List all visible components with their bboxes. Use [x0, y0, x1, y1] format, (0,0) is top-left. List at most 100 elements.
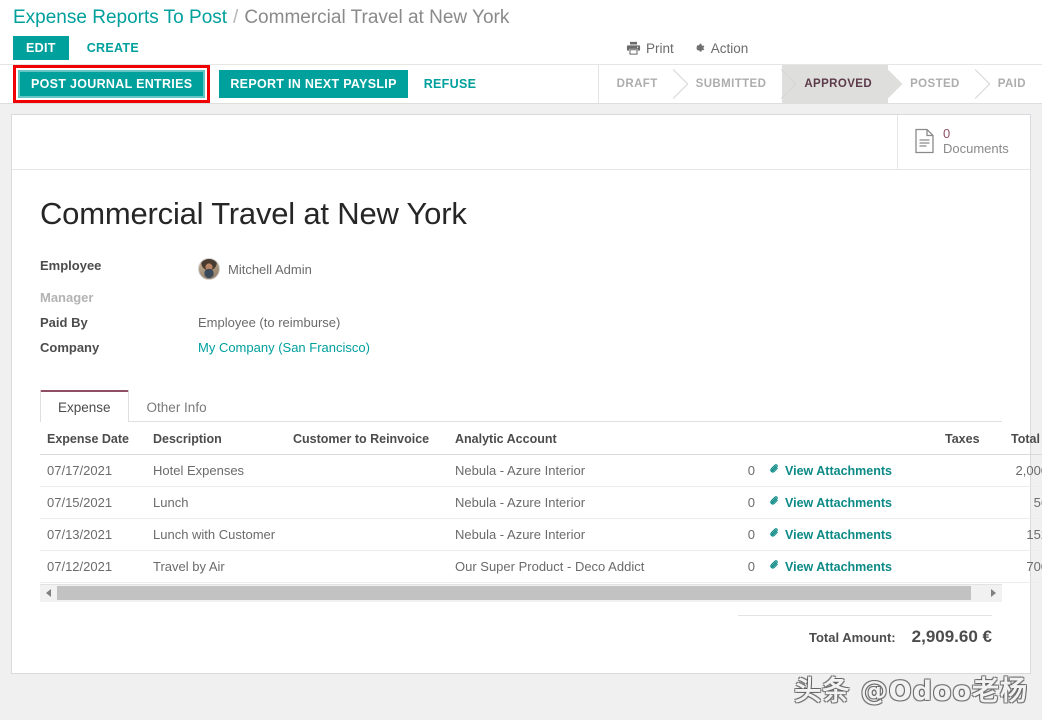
action-label: Action: [710, 40, 749, 56]
column-header-expense-date[interactable]: Expense Date: [40, 422, 146, 455]
cell-customer: [286, 550, 448, 583]
view-attachments-link[interactable]: View Attachments: [769, 495, 892, 510]
paperclip-icon: [769, 559, 780, 574]
cell-attachments: View Attachments: [762, 486, 938, 519]
table-row[interactable]: 07/17/2021 Hotel Expenses Nebula - Azure…: [40, 454, 1042, 487]
cell-attachments: View Attachments: [762, 454, 938, 487]
tab-strip: Expense Other Info: [40, 389, 1002, 422]
refuse-button[interactable]: REFUSE: [414, 69, 487, 99]
cell-quantity: 0: [718, 486, 762, 519]
edit-button[interactable]: EDIT: [13, 36, 69, 60]
action-button[interactable]: Action: [692, 40, 749, 56]
cell-total: 2,000.00 €: [1004, 454, 1042, 487]
statusbar-row: POST JOURNAL ENTRIES REPORT IN NEXT PAYS…: [0, 64, 1042, 104]
column-header-customer-to-reinvoice[interactable]: Customer to Reinvoice: [286, 422, 448, 455]
sheet-area: 0 Documents Commercial Travel at New Yor…: [0, 104, 1042, 720]
cell-expense-date: 07/15/2021: [40, 486, 146, 519]
view-attachments-label: View Attachments: [785, 559, 892, 574]
cell-taxes: [938, 550, 1004, 583]
post-journal-entries-highlight: POST JOURNAL ENTRIES: [13, 64, 211, 104]
notebook: Expense Other Info Expense Date Descript…: [40, 389, 1042, 647]
tab-expense[interactable]: Expense: [40, 390, 129, 422]
field-label-company: Company: [40, 340, 100, 355]
column-header-attachments[interactable]: [762, 422, 938, 455]
table-row[interactable]: 07/13/2021 Lunch with Customer Nebula - …: [40, 518, 1042, 551]
table-header-row: Expense Date Description Customer to Rei…: [40, 422, 1042, 455]
field-value-employee: Mitchell Admin: [198, 258, 370, 290]
cell-expense-date: 07/17/2021: [40, 454, 146, 487]
column-header-analytic-account[interactable]: Analytic Account: [448, 422, 718, 455]
button-box: 0 Documents: [12, 115, 1030, 170]
field-label-manager: Manager: [40, 290, 94, 305]
column-header-total[interactable]: Total: [1004, 422, 1042, 455]
post-journal-entries-button[interactable]: POST JOURNAL ENTRIES: [18, 69, 206, 99]
totals-row: Total Amount: 2,909.60 €: [40, 615, 1002, 647]
cell-description: Hotel Expenses: [146, 454, 286, 487]
field-value-company[interactable]: My Company (San Francisco): [198, 340, 370, 365]
field-row-employee: Employee Mitchell Admin: [40, 258, 370, 290]
cell-total: 56.80 €: [1004, 486, 1042, 519]
documents-stat-button[interactable]: 0 Documents: [897, 115, 1030, 169]
sheet-body: Commercial Travel at New York Employee M…: [12, 170, 1042, 647]
paperclip-icon: [769, 527, 780, 542]
cell-taxes: [938, 454, 1004, 487]
status-stage-submitted[interactable]: SUBMITTED: [673, 65, 783, 103]
view-attachments-link[interactable]: View Attachments: [769, 463, 892, 478]
document-icon: [914, 128, 936, 157]
documents-stat-text: 0 Documents: [943, 126, 1009, 157]
status-stage-draft[interactable]: DRAFT: [598, 65, 674, 103]
view-attachments-label: View Attachments: [785, 527, 892, 542]
cell-customer: [286, 454, 448, 487]
print-button[interactable]: Print: [626, 41, 674, 56]
column-header-quantity[interactable]: [718, 422, 762, 455]
cell-description: Travel by Air: [146, 550, 286, 583]
breadcrumb: Expense Reports To Post / Commercial Tra…: [0, 0, 1042, 32]
column-header-description[interactable]: Description: [146, 422, 286, 455]
cell-description: Lunch with Customer: [146, 518, 286, 551]
view-attachments-link[interactable]: View Attachments: [769, 559, 892, 574]
view-attachments-link[interactable]: View Attachments: [769, 527, 892, 542]
page-title: Commercial Travel at New York: [40, 196, 467, 231]
table-row[interactable]: 07/15/2021 Lunch Nebula - Azure Interior…: [40, 486, 1042, 519]
control-panel: EDIT CREATE Print Action: [0, 32, 1042, 64]
record-sheet: 0 Documents Commercial Travel at New Yor…: [11, 114, 1042, 674]
expense-table-body: 07/17/2021 Hotel Expenses Nebula - Azure…: [40, 454, 1042, 583]
scroll-left-arrow[interactable]: [40, 584, 57, 602]
report-in-next-payslip-button[interactable]: REPORT IN NEXT PAYSLIP: [219, 69, 408, 99]
breadcrumb-current: Commercial Travel at New York: [244, 7, 510, 28]
total-amount-value: 2,909.60 €: [911, 627, 992, 646]
cell-quantity: 0: [718, 454, 762, 487]
field-row-paid-by: Paid By Employee (to reimburse): [40, 315, 370, 340]
view-attachments-label: View Attachments: [785, 463, 892, 478]
table-row[interactable]: 07/12/2021 Travel by Air Our Super Produ…: [40, 550, 1042, 583]
status-stage-approved[interactable]: APPROVED: [782, 65, 889, 103]
status-stages: DRAFT SUBMITTED APPROVED POSTED PAID: [597, 65, 1042, 103]
column-header-taxes[interactable]: Taxes: [938, 422, 1004, 455]
cell-quantity: 0: [718, 518, 762, 551]
breadcrumb-parent-link[interactable]: Expense Reports To Post: [13, 7, 227, 29]
cell-analytic-account: Our Super Product - Deco Addict: [448, 550, 718, 583]
paperclip-icon: [769, 495, 780, 510]
field-value-paid-by: Employee (to reimburse): [198, 315, 341, 330]
control-panel-actions: Print Action: [626, 32, 748, 64]
field-label-paid-by: Paid By: [40, 315, 88, 330]
cell-quantity: 0: [718, 550, 762, 583]
field-row-company: Company My Company (San Francisco): [40, 340, 370, 365]
cell-expense-date: 07/12/2021: [40, 550, 146, 583]
cell-taxes: [938, 486, 1004, 519]
horizontal-scrollbar[interactable]: [40, 584, 1002, 602]
scrollbar-track[interactable]: [57, 584, 985, 602]
scrollbar-thumb[interactable]: [57, 585, 972, 600]
field-value-manager: [198, 290, 370, 315]
cell-total: 152.80 €: [1004, 518, 1042, 551]
tab-other-info[interactable]: Other Info: [129, 391, 225, 422]
cell-analytic-account: Nebula - Azure Interior: [448, 454, 718, 487]
create-button[interactable]: CREATE: [75, 36, 151, 60]
scroll-right-arrow[interactable]: [985, 584, 1002, 602]
field-row-manager: Manager: [40, 290, 370, 315]
printer-icon: [626, 41, 641, 55]
record-fields: Employee Mitchell Admin Manager Paid By …: [40, 258, 370, 365]
expense-table: Expense Date Description Customer to Rei…: [40, 422, 1042, 583]
employee-name[interactable]: Mitchell Admin: [228, 262, 312, 277]
total-amount-label: Total Amount:: [808, 630, 896, 645]
